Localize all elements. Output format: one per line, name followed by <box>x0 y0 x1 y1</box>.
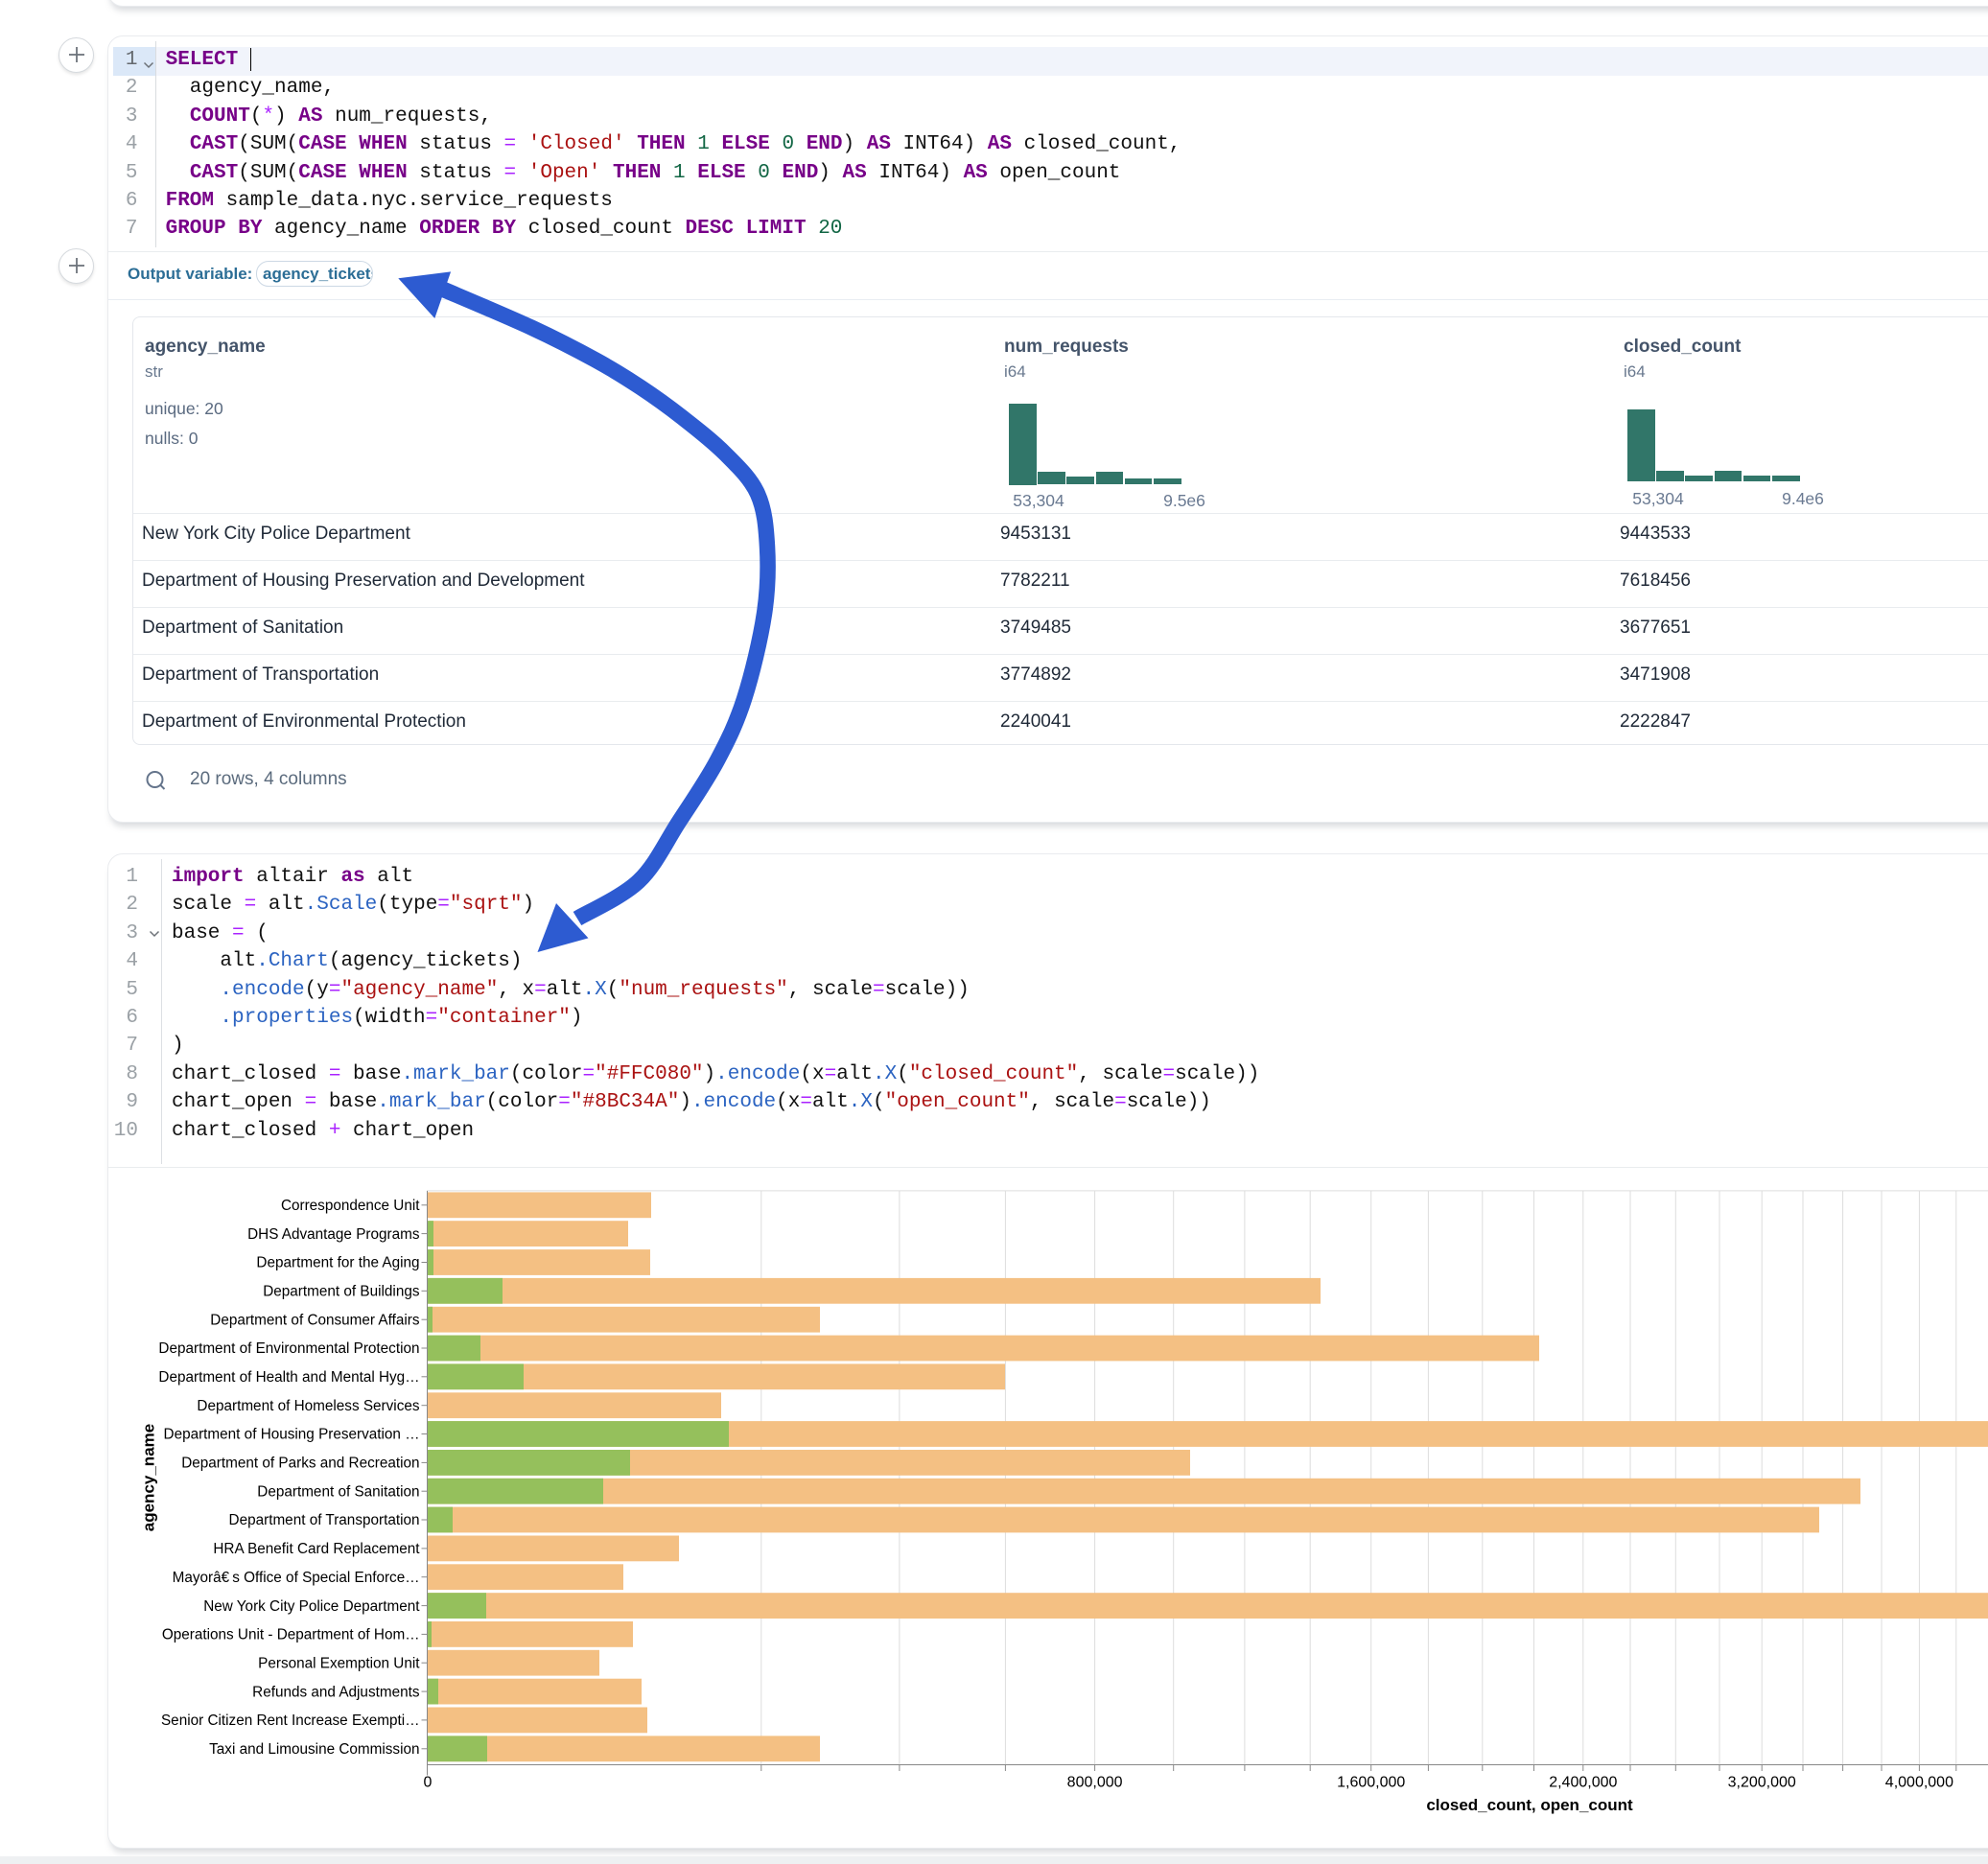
svg-text:closed_count, open_count: closed_count, open_count <box>1426 1796 1633 1814</box>
svg-text:3,200,000: 3,200,000 <box>1728 1775 1796 1791</box>
svg-text:Department of Buildings: Department of Buildings <box>263 1284 420 1300</box>
svg-text:Personal Exemption Unit: Personal Exemption Unit <box>258 1655 420 1671</box>
svg-text:2,400,000: 2,400,000 <box>1549 1775 1617 1791</box>
svg-text:Department of Health and Menta: Department of Health and Mental Hyg… <box>158 1369 419 1386</box>
svg-text:New York City Police Departmen: New York City Police Department <box>203 1598 420 1615</box>
svg-text:HRA Benefit Card Replacement: HRA Benefit Card Replacement <box>213 1541 420 1557</box>
svg-text:0: 0 <box>424 1775 433 1791</box>
svg-text:Department of Environmental Pr: Department of Environmental Protection <box>158 1340 419 1357</box>
svg-text:Department for the Aging: Department for the Aging <box>256 1255 419 1271</box>
svg-text:Department of Homeless Service: Department of Homeless Services <box>197 1398 419 1414</box>
svg-text:Taxi and Limousine Commission: Taxi and Limousine Commission <box>209 1741 419 1758</box>
svg-text:1,600,000: 1,600,000 <box>1337 1775 1405 1791</box>
svg-text:4,000,000: 4,000,000 <box>1885 1775 1953 1791</box>
svg-text:Department of Sanitation: Department of Sanitation <box>257 1483 419 1500</box>
svg-text:Correspondence Unit: Correspondence Unit <box>281 1198 420 1214</box>
svg-text:800,000: 800,000 <box>1067 1775 1123 1791</box>
svg-text:Operations Unit - Department o: Operations Unit - Department of Hom… <box>162 1627 420 1643</box>
svg-text:Department of Parks and Recrea: Department of Parks and Recreation <box>181 1456 419 1472</box>
svg-text:Senior Citizen Rent Increase E: Senior Citizen Rent Increase Exempti… <box>161 1713 420 1729</box>
svg-text:Department of Consumer Affairs: Department of Consumer Affairs <box>210 1312 420 1328</box>
svg-text:Department of Housing Preserva: Department of Housing Preservation … <box>164 1427 420 1443</box>
svg-text:Refunds and Adjustments: Refunds and Adjustments <box>252 1684 420 1700</box>
svg-text:agency_name: agency_name <box>140 1424 158 1531</box>
svg-text:Mayorâ€ s Office of Special En: Mayorâ€ s Office of Special Enforce… <box>173 1570 420 1586</box>
svg-text:Department of Transportation: Department of Transportation <box>229 1512 420 1528</box>
svg-text:DHS Advantage Programs: DHS Advantage Programs <box>247 1226 420 1243</box>
